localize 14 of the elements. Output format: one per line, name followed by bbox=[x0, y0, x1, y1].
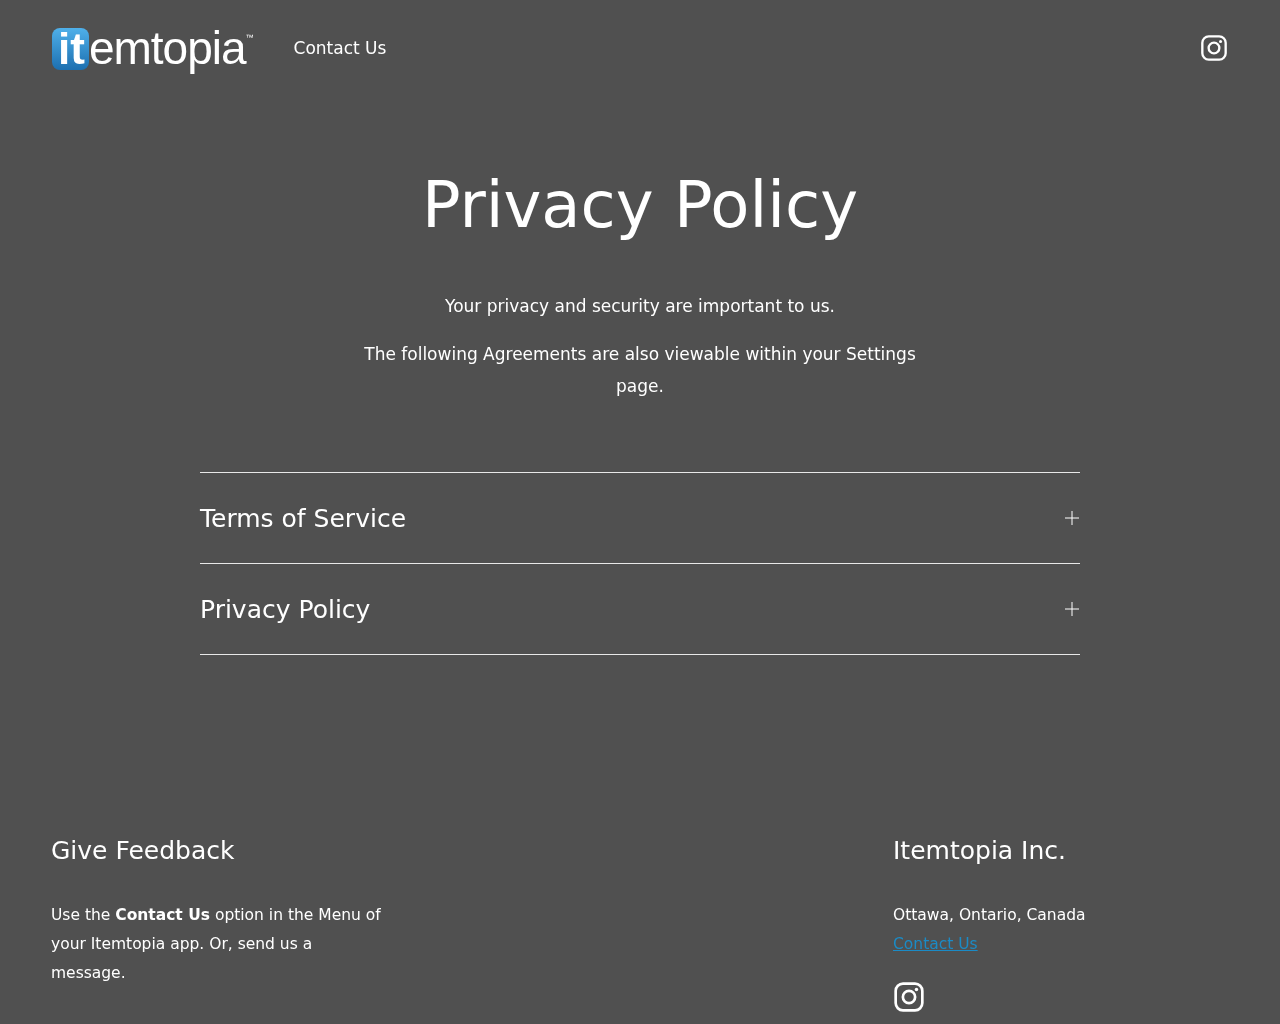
plus-icon bbox=[1064, 510, 1080, 526]
footer-heading: Give Feedback bbox=[51, 835, 236, 867]
accordion-item[interactable]: Privacy Policy bbox=[200, 564, 1080, 655]
page-title: Privacy Policy bbox=[421, 167, 859, 244]
instagram-icon[interactable] bbox=[893, 981, 925, 1013]
feedback-text: Use the Contact Us option in the Menu of your Itemtopia app. Or, send us a message. bbox=[51, 905, 382, 984]
plus-icon bbox=[1064, 601, 1080, 617]
intro-text: The following Agreements are also viewable within your Settings page. bbox=[363, 343, 917, 398]
footer-heading: Itemtopia Inc. bbox=[893, 835, 1067, 867]
instagram-icon[interactable] bbox=[1200, 34, 1228, 62]
address-text: Ottawa, Ontario, Canada bbox=[893, 905, 1087, 926]
intro-text: Your privacy and security are important to us. bbox=[444, 295, 836, 318]
accordion-item[interactable]: Terms of Service bbox=[200, 473, 1080, 564]
nav-link[interactable]: Contact Us bbox=[293, 38, 387, 58]
